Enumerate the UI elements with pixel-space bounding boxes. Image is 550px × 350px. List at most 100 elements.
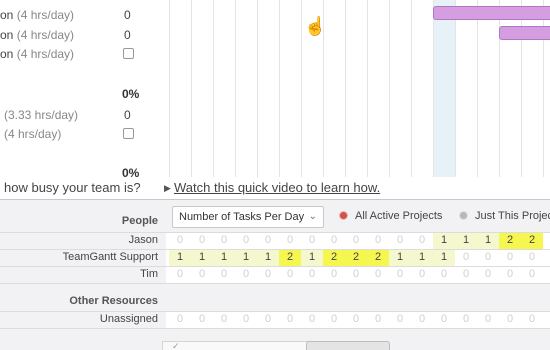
- task-title: on: [0, 28, 14, 42]
- workload-cell: 1: [433, 249, 455, 266]
- timeline-gridline: [455, 0, 456, 177]
- workload-cell: 0: [198, 268, 206, 280]
- workload-cell: 1: [455, 232, 477, 249]
- workload-cell: 0: [374, 268, 382, 280]
- workload-metric-select[interactable]: Number of Tasks Per Day ⌄: [172, 206, 324, 228]
- hand-cursor-icon: ☝: [304, 16, 327, 36]
- timeline-gridline: [367, 0, 368, 177]
- workload-cell: 0: [308, 268, 316, 280]
- task-hours-per-day: (4 hrs/day): [16, 8, 75, 22]
- task-row: 0%: [0, 86, 165, 106]
- resource-name: Jason: [128, 234, 158, 246]
- timeline-gridline: [433, 0, 434, 177]
- bottom-button[interactable]: [306, 341, 390, 350]
- workload-cells: 000000000000000000: [166, 266, 550, 283]
- workload-cell: 0: [286, 313, 294, 325]
- row-divider: [0, 249, 550, 250]
- task-hours-per-day: (4 hrs/day): [4, 127, 62, 141]
- workload-cell: 0: [352, 313, 360, 325]
- workload-cell: 0: [198, 313, 206, 325]
- workload-cell: 0: [440, 268, 448, 280]
- workload-cells: 000000000000000000: [166, 311, 550, 328]
- workload-cell: 0: [506, 268, 514, 280]
- workload-cell: 0: [418, 268, 426, 280]
- task-name: on (4 hrs/day): [0, 27, 74, 43]
- scope-all-projects-radio[interactable]: All Active Projects: [340, 206, 442, 226]
- workload-cell: 1: [477, 232, 499, 249]
- workload-cell: 0: [330, 234, 338, 246]
- workload-cell: 2: [345, 249, 367, 266]
- workload-cell: 0: [198, 234, 206, 246]
- task-value: 0: [124, 28, 131, 42]
- workload-cells: 000000000000111220: [166, 232, 550, 249]
- workload-cell: 2: [499, 232, 521, 249]
- timeline-gridline: [301, 0, 302, 177]
- workload-cell: 1: [411, 249, 433, 266]
- task-complete-checkbox[interactable]: [123, 128, 134, 139]
- workload-cell: 0: [286, 234, 294, 246]
- help-question: how busy your team is?: [4, 180, 141, 195]
- task-hours-per-day: (3.33 hrs/day): [4, 108, 79, 122]
- workload-cell: 0: [462, 268, 470, 280]
- workload-cell: 0: [418, 234, 426, 246]
- workload-cell: 2: [279, 249, 301, 266]
- workload-cell: 0: [484, 313, 492, 325]
- workload-cell: 0: [286, 268, 294, 280]
- workload-cell: 0: [484, 251, 492, 263]
- task-title: on: [0, 8, 14, 22]
- people-heading: People: [121, 215, 158, 227]
- workload-cell: 1: [301, 249, 323, 266]
- workload-cell: 0: [352, 234, 360, 246]
- scope-this-project-radio[interactable]: Just This Projec: [460, 206, 550, 226]
- workload-cell: 0: [330, 268, 338, 280]
- workload-cell: 0: [264, 313, 272, 325]
- workload-cell: 0: [220, 234, 228, 246]
- resource-name: TeamGantt Support: [62, 251, 158, 263]
- task-row: (4 hrs/day): [0, 126, 165, 146]
- task-name: on (4 hrs/day): [0, 46, 74, 62]
- watch-video-link[interactable]: Watch this quick video to learn how.: [174, 177, 380, 199]
- resource-name: Tim: [140, 268, 158, 280]
- chevron-down-icon: ⌄: [308, 211, 317, 222]
- row-divider: [0, 311, 550, 312]
- workload-row: Tim000000000000000000: [0, 266, 550, 283]
- workload-cell: 0: [308, 234, 316, 246]
- workload-cell: 0: [264, 268, 272, 280]
- workload-cell: 0: [352, 268, 360, 280]
- task-value: 0: [124, 108, 131, 122]
- row-divider: [0, 266, 550, 267]
- workload-cell: 0: [484, 268, 492, 280]
- workload-cell: 0: [374, 234, 382, 246]
- today-column-highlight: [433, 0, 455, 177]
- task-bar[interactable]: [433, 6, 550, 20]
- resource-name: Unassigned: [99, 313, 158, 325]
- row-divider: [0, 283, 550, 284]
- task-row: 0%: [0, 165, 165, 177]
- workload-cell: 1: [257, 249, 279, 266]
- workload-cell: 0: [242, 234, 250, 246]
- task-hours-per-day: (4 hrs/day): [16, 47, 75, 61]
- radio-unselected-icon: [460, 211, 467, 219]
- workload-cell: 0: [543, 249, 550, 266]
- workload-row: Jason000000000000111220: [0, 232, 550, 249]
- workload-cell: 0: [176, 234, 184, 246]
- workload-cell: 0: [264, 234, 272, 246]
- task-row: on (4 hrs/day): [0, 46, 165, 66]
- group-percent-complete: 0%: [122, 87, 140, 101]
- timeline-gridline: [191, 0, 192, 177]
- workload-cell: 0: [396, 234, 404, 246]
- task-bar[interactable]: [499, 26, 550, 40]
- task-value: 0: [124, 8, 131, 22]
- task-row: on (4 hrs/day) 0: [0, 27, 165, 47]
- workload-cell: 0: [176, 313, 184, 325]
- task-complete-checkbox[interactable]: [123, 48, 134, 59]
- scope-this-label: Just This Projec: [475, 210, 550, 222]
- radio-selected-icon: [340, 211, 347, 219]
- workload-cell: 0: [396, 313, 404, 325]
- workload-cell: 0: [330, 313, 338, 325]
- workload-cell: 0: [176, 268, 184, 280]
- gantt-area: on (4 hrs/day) 0 on (4 hrs/day) 0 on (4 hrs/…: [0, 0, 550, 177]
- timeline-gridline: [213, 0, 214, 177]
- workload-cell: 2: [521, 232, 543, 249]
- workload-cell: 1: [191, 249, 213, 266]
